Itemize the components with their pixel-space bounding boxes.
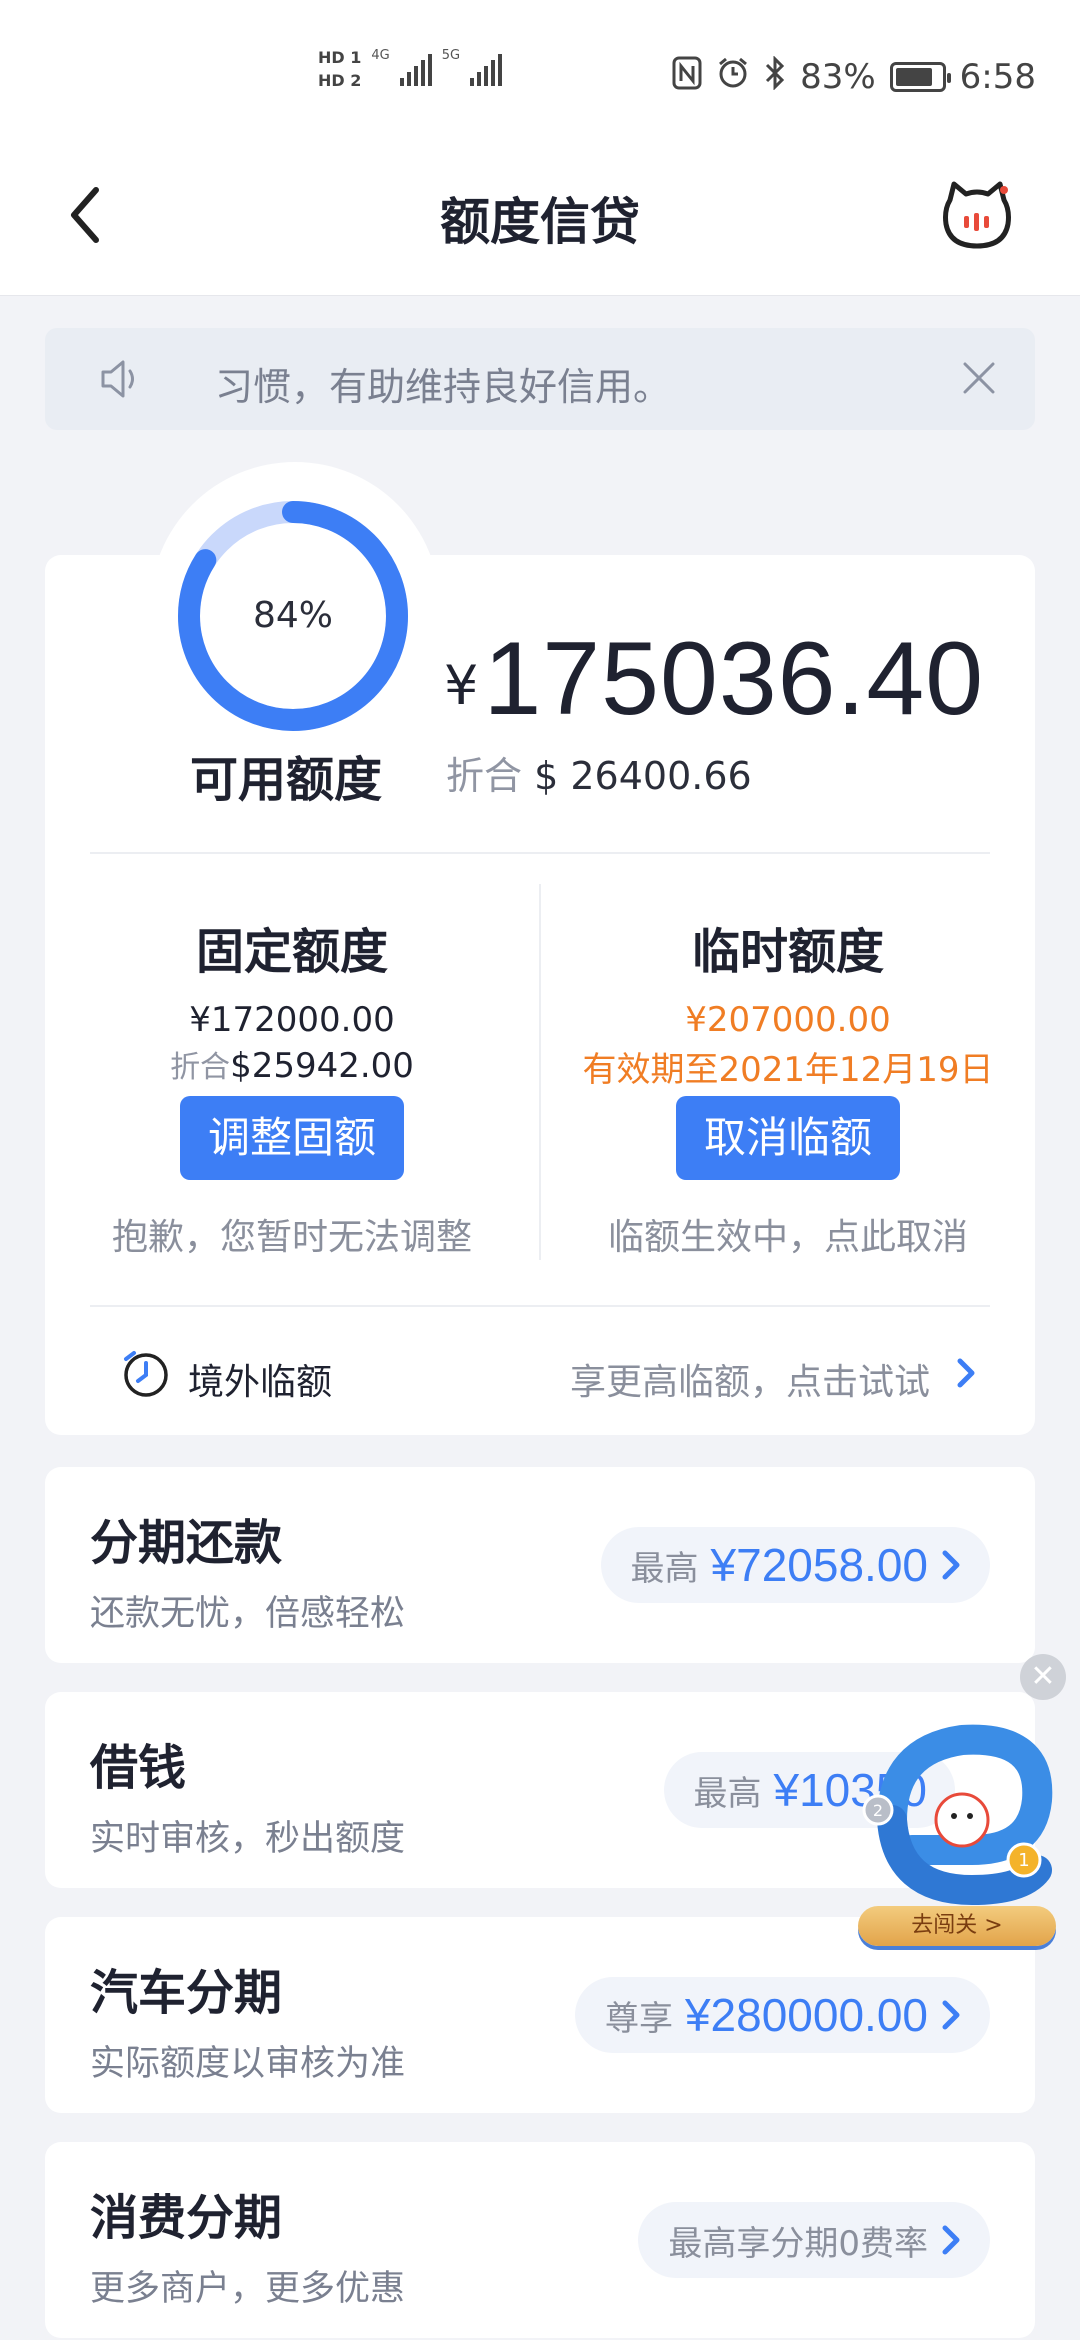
currency-symbol: ¥ bbox=[444, 654, 479, 717]
signal-group: HD 1 HD 2 4G 5G bbox=[318, 48, 503, 90]
divider bbox=[90, 852, 990, 854]
product-title: 消费分期 bbox=[90, 2190, 283, 2246]
fixed-credit-hint: 抱歉，您暂时无法调整 bbox=[111, 1217, 472, 1258]
fixed-converted-prefix: 折合 bbox=[170, 1050, 231, 1085]
fixed-converted-amount: $25942.00 bbox=[230, 1046, 414, 1086]
network-5g-label: 5G bbox=[441, 48, 461, 63]
temporary-credit-validity: 有效期至2021年12月19日 bbox=[582, 1050, 994, 1090]
product-amount-pill[interactable]: 最高享分期0费率 bbox=[638, 2202, 990, 2278]
usage-percent: 84% bbox=[252, 595, 333, 636]
alarm-icon bbox=[716, 56, 750, 98]
chevron-right-icon bbox=[957, 1358, 975, 1388]
temporary-credit-amount: ¥207000.00 bbox=[685, 1000, 891, 1040]
overseas-credit-label: 境外临额 bbox=[188, 1362, 333, 1403]
status-bar: HD 1 HD 2 4G 5G 83% 6:58 bbox=[0, 0, 1080, 150]
battery-percent: 83% bbox=[800, 57, 876, 97]
product-card-installment-repay[interactable]: 分期还款 还款无忧，倍感轻松 最高 ¥72058.00 bbox=[45, 1467, 1035, 1663]
product-subtitle: 还款无忧，倍感轻松 bbox=[90, 1594, 406, 1634]
product-title: 借钱 bbox=[90, 1740, 187, 1796]
battery-icon bbox=[889, 62, 951, 92]
status-icons: 83% 6:58 bbox=[672, 55, 1036, 98]
pill-prefix: 最高 bbox=[693, 1773, 762, 1814]
svg-text:2: 2 bbox=[873, 1801, 883, 1820]
available-amount-value: 175036.40 bbox=[483, 621, 985, 737]
converted-amount-value: $ 26400.66 bbox=[534, 754, 752, 798]
usage-ring: 84% bbox=[175, 498, 411, 734]
chevron-right-icon bbox=[942, 2225, 960, 2255]
chevron-right-icon bbox=[942, 2000, 960, 2030]
pill-prefix: 最高 bbox=[630, 1548, 699, 1589]
fixed-credit-title: 固定额度 bbox=[195, 924, 388, 980]
notice-text: 习惯，有助维持良好信用。 bbox=[215, 365, 672, 409]
page-title: 额度信贷 bbox=[440, 193, 640, 251]
hd1-indicator: HD 1 bbox=[318, 48, 362, 67]
clock: 6:58 bbox=[959, 57, 1036, 97]
timer-icon bbox=[124, 1351, 168, 1397]
fixed-credit-converted: 折合$25942.00 bbox=[82, 1042, 502, 1086]
signal-bars-icon-2 bbox=[470, 52, 503, 86]
svg-text:1: 1 bbox=[1018, 1850, 1029, 1871]
pill-prefix: 最高享分期0费率 bbox=[668, 2223, 928, 2264]
speaker-icon bbox=[101, 360, 134, 398]
customer-service-cat-icon[interactable] bbox=[942, 180, 1012, 252]
product-card-consumer-installment[interactable]: 消费分期 更多商户，更多优惠 最高享分期0费率 bbox=[45, 2142, 1035, 2338]
hd2-indicator: HD 2 bbox=[318, 71, 362, 90]
floating-challenge-button[interactable]: 去闯关 > bbox=[858, 1906, 1056, 1946]
close-icon[interactable] bbox=[959, 358, 999, 398]
adjust-fixed-credit-button[interactable]: 调整固额 bbox=[180, 1096, 404, 1180]
network-4g-label: 4G bbox=[371, 48, 390, 63]
product-subtitle: 实时审核，秒出额度 bbox=[90, 1819, 406, 1859]
bluetooth-icon bbox=[764, 55, 786, 98]
temporary-credit-title: 临时额度 bbox=[691, 924, 884, 980]
product-subtitle: 更多商户，更多优惠 bbox=[90, 2269, 406, 2309]
signal-bars-icon bbox=[399, 52, 432, 86]
cancel-temporary-credit-button[interactable]: 取消临额 bbox=[676, 1096, 900, 1180]
floating-close-button[interactable]: ✕ bbox=[1020, 1654, 1066, 1700]
divider bbox=[90, 1305, 990, 1307]
pill-prefix: 尊享 bbox=[604, 1998, 673, 2039]
product-amount-pill[interactable]: 尊享 ¥280000.00 bbox=[574, 1977, 990, 2053]
available-amount: ¥ 175036.40 bbox=[444, 620, 984, 739]
overseas-credit-promo: 享更高临额，点击试试 bbox=[569, 1362, 930, 1403]
overseas-credit-row[interactable]: 境外临额 享更高临额，点击试试 bbox=[120, 1345, 980, 1405]
pill-value: ¥280000.00 bbox=[684, 1989, 928, 2041]
pill-value: ¥72058.00 bbox=[710, 1539, 928, 1591]
converted-amount: 折合 $ 26400.66 bbox=[446, 745, 752, 800]
product-title: 汽车分期 bbox=[90, 1965, 283, 2021]
divider-vertical bbox=[539, 884, 541, 1260]
product-subtitle: 实际额度以审核为准 bbox=[90, 2044, 406, 2084]
available-label: 可用额度 bbox=[190, 752, 383, 808]
temporary-credit-hint[interactable]: 临额生效中，点此取消 bbox=[578, 1208, 998, 1260]
converted-prefix: 折合 bbox=[446, 754, 523, 798]
nav-bar: 额度信贷 bbox=[0, 150, 1080, 296]
fixed-credit-amount: ¥172000.00 bbox=[189, 1000, 395, 1040]
product-title: 分期还款 bbox=[90, 1515, 283, 1571]
product-amount-pill[interactable]: 最高 ¥72058.00 bbox=[600, 1527, 990, 1603]
chevron-right-icon bbox=[942, 1550, 960, 1580]
notice-banner[interactable]: 习惯，有助维持良好信用。 bbox=[45, 328, 1035, 430]
nfc-icon bbox=[672, 56, 702, 98]
